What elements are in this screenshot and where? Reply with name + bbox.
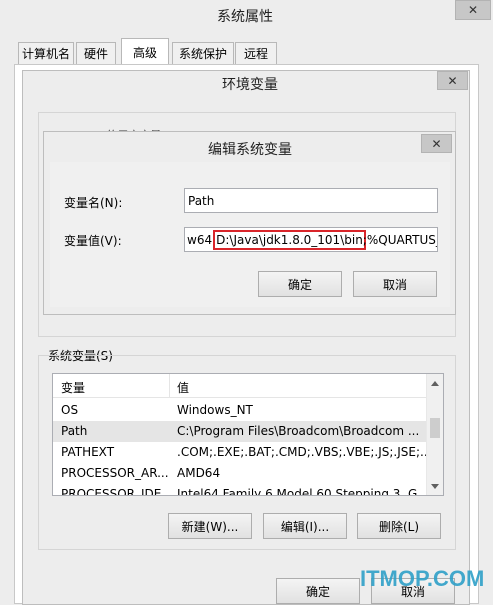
tab-hardware[interactable]: 硬件 <box>76 42 116 64</box>
env-ok-button[interactable]: 确定 <box>276 578 360 604</box>
edit-variable-button[interactable]: 编辑(I)... <box>263 513 347 539</box>
row-variable-name: Path <box>61 424 88 438</box>
new-variable-button[interactable]: 新建(W)... <box>168 513 252 539</box>
edit-variable-close-button[interactable]: ✕ <box>421 134 452 153</box>
row-variable-name: PROCESSOR_AR... <box>61 466 169 480</box>
row-variable-name: PATHEXT <box>61 445 115 459</box>
edit-cancel-button[interactable]: 取消 <box>353 271 437 297</box>
delete-variable-button[interactable]: 删除(L) <box>357 513 441 539</box>
list-header: 变量 值 <box>53 374 426 398</box>
variable-value-input[interactable]: w64; D:\Java\jdk1.8.0_101\bin ;%QUARTUS_I <box>184 227 438 252</box>
variable-value-highlighted: D:\Java\jdk1.8.0_101\bin <box>213 229 366 250</box>
edit-ok-button[interactable]: 确定 <box>258 271 342 297</box>
scrollbar-thumb[interactable] <box>430 418 440 438</box>
table-row[interactable]: Path C:\Program Files\Broadcom\Broadcom … <box>53 421 426 442</box>
tab-advanced[interactable]: 高级 <box>121 38 169 65</box>
table-row[interactable]: PROCESSOR_AR... AMD64 <box>53 463 426 484</box>
close-icon: ✕ <box>467 3 479 17</box>
variable-value-label: 变量值(V): <box>64 234 122 248</box>
row-variable-name: PROCESSOR_IDE... <box>61 487 169 496</box>
system-properties-title: 系统属性 <box>217 9 273 25</box>
row-variable-value: .COM;.EXE;.BAT;.CMD;.VBS;.VBE;.JS;.JSE;.… <box>177 445 426 459</box>
variable-name-label: 变量名(N): <box>64 196 123 210</box>
close-icon: ✕ <box>447 73 458 88</box>
scroll-down-arrow-icon[interactable] <box>431 484 439 489</box>
variable-name-input[interactable]: Path <box>184 188 438 213</box>
variable-value-prefix: w64; <box>187 232 217 247</box>
table-row[interactable]: OS Windows_NT <box>53 400 426 421</box>
system-properties-close-button[interactable]: ✕ <box>455 0 491 20</box>
row-variable-value: Intel64 Family 6 Model 60 Stepping 3, G.… <box>177 487 426 496</box>
tab-system-protection[interactable]: 系统保护 <box>172 42 234 64</box>
tab-remote[interactable]: 远程 <box>235 42 277 64</box>
edit-variable-title: 编辑系统变量 <box>208 142 292 158</box>
vertical-scrollbar[interactable] <box>426 374 443 495</box>
column-header-value[interactable]: 值 <box>177 379 377 396</box>
tab-computer-name[interactable]: 计算机名 <box>18 42 74 64</box>
watermark: ITMOP.COM <box>360 566 485 591</box>
table-row[interactable]: PATHEXT .COM;.EXE;.BAT;.CMD;.VBS;.VBE;.J… <box>53 442 426 463</box>
row-variable-value: AMD64 <box>177 466 221 480</box>
system-variables-list[interactable]: 变量 值 OS Windows_NT Path C:\Program Files… <box>52 373 444 496</box>
environment-variables-close-button[interactable]: ✕ <box>437 71 468 90</box>
table-row[interactable]: PROCESSOR_IDE... Intel64 Family 6 Model … <box>53 484 426 496</box>
scroll-up-arrow-icon[interactable] <box>431 381 439 386</box>
column-divider <box>169 374 170 398</box>
close-icon: ✕ <box>431 136 442 151</box>
row-variable-name: OS <box>61 403 79 417</box>
row-variable-value: Windows_NT <box>177 403 253 417</box>
variable-value-suffix: ;%QUARTUS_I <box>362 232 438 247</box>
row-variable-value: C:\Program Files\Broadcom\Broadcom ... <box>177 424 420 438</box>
environment-variables-title: 环境变量 <box>222 77 278 93</box>
column-header-variable[interactable]: 变量 <box>61 379 161 396</box>
